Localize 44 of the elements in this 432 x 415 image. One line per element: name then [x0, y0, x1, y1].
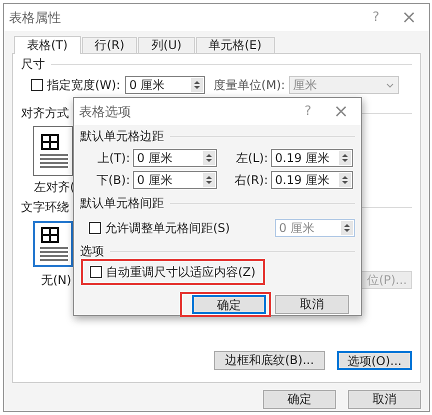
- ok-button[interactable]: 确定: [192, 295, 266, 314]
- section-heading: 文字环绕: [21, 199, 69, 216]
- section-heading: 默认单元格边距: [80, 128, 164, 145]
- checkbox[interactable]: [90, 266, 102, 278]
- spin-field[interactable]: 0.19 厘米: [271, 171, 353, 189]
- window-title: 表格属性: [9, 10, 62, 26]
- checkbox[interactable]: [31, 79, 43, 91]
- spin-field[interactable]: 0 厘米: [133, 149, 217, 167]
- field-label: 左(L):: [236, 150, 269, 166]
- close-button[interactable]: ×: [389, 8, 429, 26]
- field-label: 右(R):: [234, 172, 269, 188]
- cancel-button[interactable]: 取消: [275, 295, 349, 314]
- field-input[interactable]: 0.19 厘米: [272, 151, 339, 165]
- field-input[interactable]: 0.19 厘米: [272, 173, 339, 187]
- checkbox[interactable]: [89, 222, 101, 234]
- close-button[interactable]: ×: [321, 102, 361, 120]
- dialog-button[interactable]: 选项(O)...: [337, 351, 412, 370]
- spin-field[interactable]: 0 厘米: [125, 76, 206, 94]
- tab[interactable]: 表格(T): [14, 36, 81, 54]
- tab[interactable]: 行(R): [82, 37, 138, 53]
- field-input[interactable]: 0 厘米: [134, 151, 203, 165]
- spin-field[interactable]: 0.19 厘米: [271, 149, 353, 167]
- option-tile[interactable]: [33, 126, 73, 176]
- section-heading: 尺寸: [21, 56, 45, 73]
- field-label: 度量单位(M):: [213, 76, 286, 94]
- checkbox-label: 指定宽度(W):: [47, 76, 120, 94]
- option-label: 无(N): [41, 272, 72, 288]
- spin-field[interactable]: 0 厘米: [133, 171, 217, 189]
- field-label: 下(B):: [96, 172, 131, 188]
- field-label: 上(T):: [97, 150, 131, 166]
- section-heading: 对齐方式: [21, 105, 69, 122]
- dialog-button[interactable]: 边框和底纹(B)...: [214, 351, 325, 370]
- cancel-button[interactable]: 取消: [348, 390, 421, 409]
- section-heading: 选项: [80, 243, 104, 260]
- field-input[interactable]: 0 厘米: [126, 78, 192, 92]
- checkbox-label: 自动重调尺寸以适应内容(Z): [106, 264, 256, 280]
- field-input[interactable]: 0 厘米: [134, 173, 203, 187]
- tab[interactable]: 单元格(E): [196, 37, 275, 53]
- checkbox-label: 允许调整单元格间距(S): [105, 220, 230, 236]
- tab[interactable]: 列(U): [138, 37, 195, 53]
- section-heading: 默认单元格间距: [80, 195, 164, 212]
- window-title: 表格选项: [79, 104, 132, 120]
- option-tile[interactable]: [33, 221, 73, 267]
- ok-button[interactable]: 确定: [263, 390, 336, 409]
